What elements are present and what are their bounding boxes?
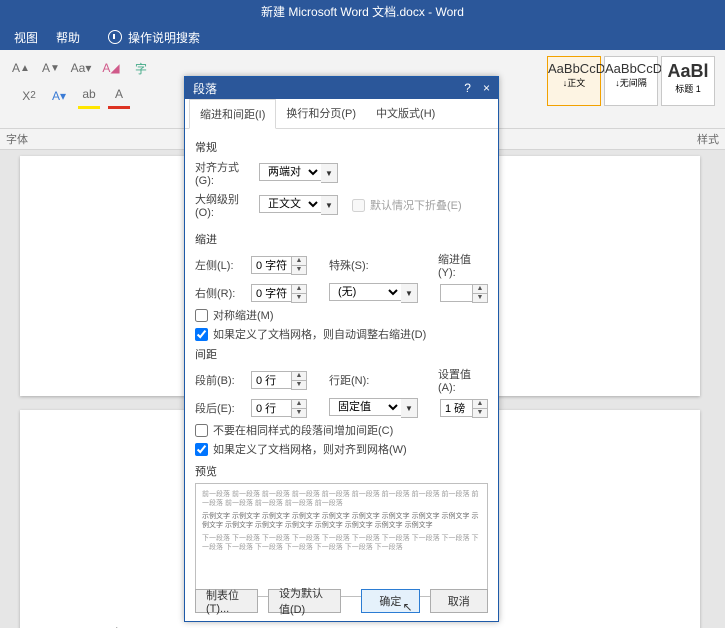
window-title: 新建 Microsoft Word 文档.docx - Word [261,5,464,19]
by-label: 缩进值(Y): [438,251,488,279]
font-group: A▲ A▼ Aa▾ A◢ 字 [10,56,152,80]
paragraph-mark-icon: ↵ [110,624,119,628]
style-heading1[interactable]: AaBl 标题 1 [661,56,715,106]
ribbon-tabs: 视图 帮助 操作说明搜索 [0,24,725,50]
styles-gallery: AaBbCcDc ↓正文 AaBbCcDc ↓无间隔 AaBl 标题 1 [547,56,715,106]
chevron-down-icon[interactable]: ▼ [401,283,418,303]
tab-indent-spacing[interactable]: 缩进和间距(I) [189,99,276,129]
section-spacing: 间距 [195,346,488,362]
collapsed-label: 默认情况下折叠(E) [370,197,462,213]
line-spacing-select[interactable]: 固定值 [329,398,401,416]
set-default-button[interactable]: 设为默认值(D) [268,589,341,613]
right-indent-label: 右侧(R): [195,285,245,301]
alignment-select[interactable]: 两端对齐 [259,163,321,181]
mirror-indent-label: 对称缩进(M) [213,307,274,323]
section-general: 常规 [195,139,488,155]
dialog-title-bar[interactable]: 段落 ? × [185,77,498,99]
paragraph-dialog: 段落 ? × 缩进和间距(I) 换行和分页(P) 中文版式(H) 常规 对齐方式… [184,76,499,622]
mirror-indent-checkbox[interactable] [195,309,208,322]
chevron-down-icon[interactable]: ▼ [321,195,338,215]
special-indent-select[interactable]: (无) [329,283,401,301]
menu-help[interactable]: 帮助 [56,29,80,46]
menu-view[interactable]: 视图 [14,29,38,46]
section-preview: 预览 [195,463,488,479]
at-spinner[interactable]: ▲▼ [440,399,488,418]
style-normal[interactable]: AaBbCcDc ↓正文 [547,56,601,106]
alignment-label: 对齐方式(G): [195,159,253,187]
dialog-body: 常规 对齐方式(G): 两端对齐 ▼ 大纲级别(O): 正文文本 ▼ 默认情况下… [185,129,498,601]
right-indent-spinner[interactable]: ▲▼ [251,284,307,303]
cancel-button[interactable]: 取消 [430,589,488,613]
tabs-button[interactable]: 制表位(T)... [195,589,258,613]
cursor-icon: ↖ [403,600,413,614]
chevron-down-icon[interactable]: ▼ [321,163,338,183]
superscript-button[interactable]: X2 [18,84,40,108]
bulb-icon [108,30,122,44]
outline-label: 大纲级别(O): [195,191,253,219]
collapsed-checkbox [352,199,365,212]
before-spinner[interactable]: ▲▼ [251,371,307,390]
preview-box: 前一段落 前一段落 前一段落 前一段落 前一段落 前一段落 前一段落 前一段落 … [195,483,488,597]
font-group-label: 字体 [6,131,28,147]
no-space-same-style-checkbox[interactable] [195,424,208,437]
section-indent: 缩进 [195,231,488,247]
special-label: 特殊(S): [329,257,379,273]
snap-grid-label: 如果定义了文档网格，则对齐到网格(W) [213,441,407,457]
clear-format-button[interactable]: A◢ [100,56,122,80]
auto-adjust-label: 如果定义了文档网格，则自动调整右缩进(D) [213,326,426,342]
tab-asian[interactable]: 中文版式(H) [366,99,445,128]
shrink-font-button[interactable]: A▼ [40,56,62,80]
left-indent-spinner[interactable]: ▲▼ [251,256,307,275]
before-label: 段前(B): [195,372,245,388]
snap-grid-checkbox[interactable] [195,443,208,456]
chevron-down-icon[interactable]: ▼ [401,398,418,418]
tell-me-search[interactable]: 操作说明搜索 [108,29,200,46]
tell-me-label: 操作说明搜索 [128,29,200,46]
dialog-buttons: 制表位(T)... 设为默认值(D) 确定 ↖ 取消 [185,589,498,613]
style-no-spacing[interactable]: AaBbCcDc ↓无间隔 [604,56,658,106]
indent-by-spinner[interactable]: ▲▼ [440,284,488,303]
font-color-button[interactable]: A [108,82,130,109]
after-label: 段后(E): [195,400,245,416]
styles-group-label: 样式 [697,131,719,147]
phonetic-guide-button[interactable]: 字 [130,56,152,80]
left-indent-label: 左侧(L): [195,257,245,273]
after-spinner[interactable]: ▲▼ [251,399,307,418]
tab-line-page[interactable]: 换行和分页(P) [276,99,366,128]
ok-button[interactable]: 确定 ↖ [361,589,419,613]
dialog-title: 段落 [193,80,217,97]
dialog-help-button[interactable]: ? [464,81,471,95]
outline-select[interactable]: 正文文本 [259,195,321,213]
highlight-button[interactable]: ab [78,82,100,109]
dialog-close-button[interactable]: × [483,81,490,95]
dialog-tabs: 缩进和间距(I) 换行和分页(P) 中文版式(H) [185,99,498,129]
grow-font-button[interactable]: A▲ [10,56,32,80]
at-label: 设置值(A): [438,366,488,394]
auto-adjust-checkbox[interactable] [195,328,208,341]
change-case-button[interactable]: Aa▾ [70,56,92,80]
line-spacing-label: 行距(N): [329,372,379,388]
text-effects-button[interactable]: A▾ [48,84,70,108]
font-group-2: X2 A▾ ab A [18,82,130,109]
no-space-same-style-label: 不要在相同样式的段落间增加间距(C) [213,422,393,438]
title-bar: 新建 Microsoft Word 文档.docx - Word [0,0,725,24]
